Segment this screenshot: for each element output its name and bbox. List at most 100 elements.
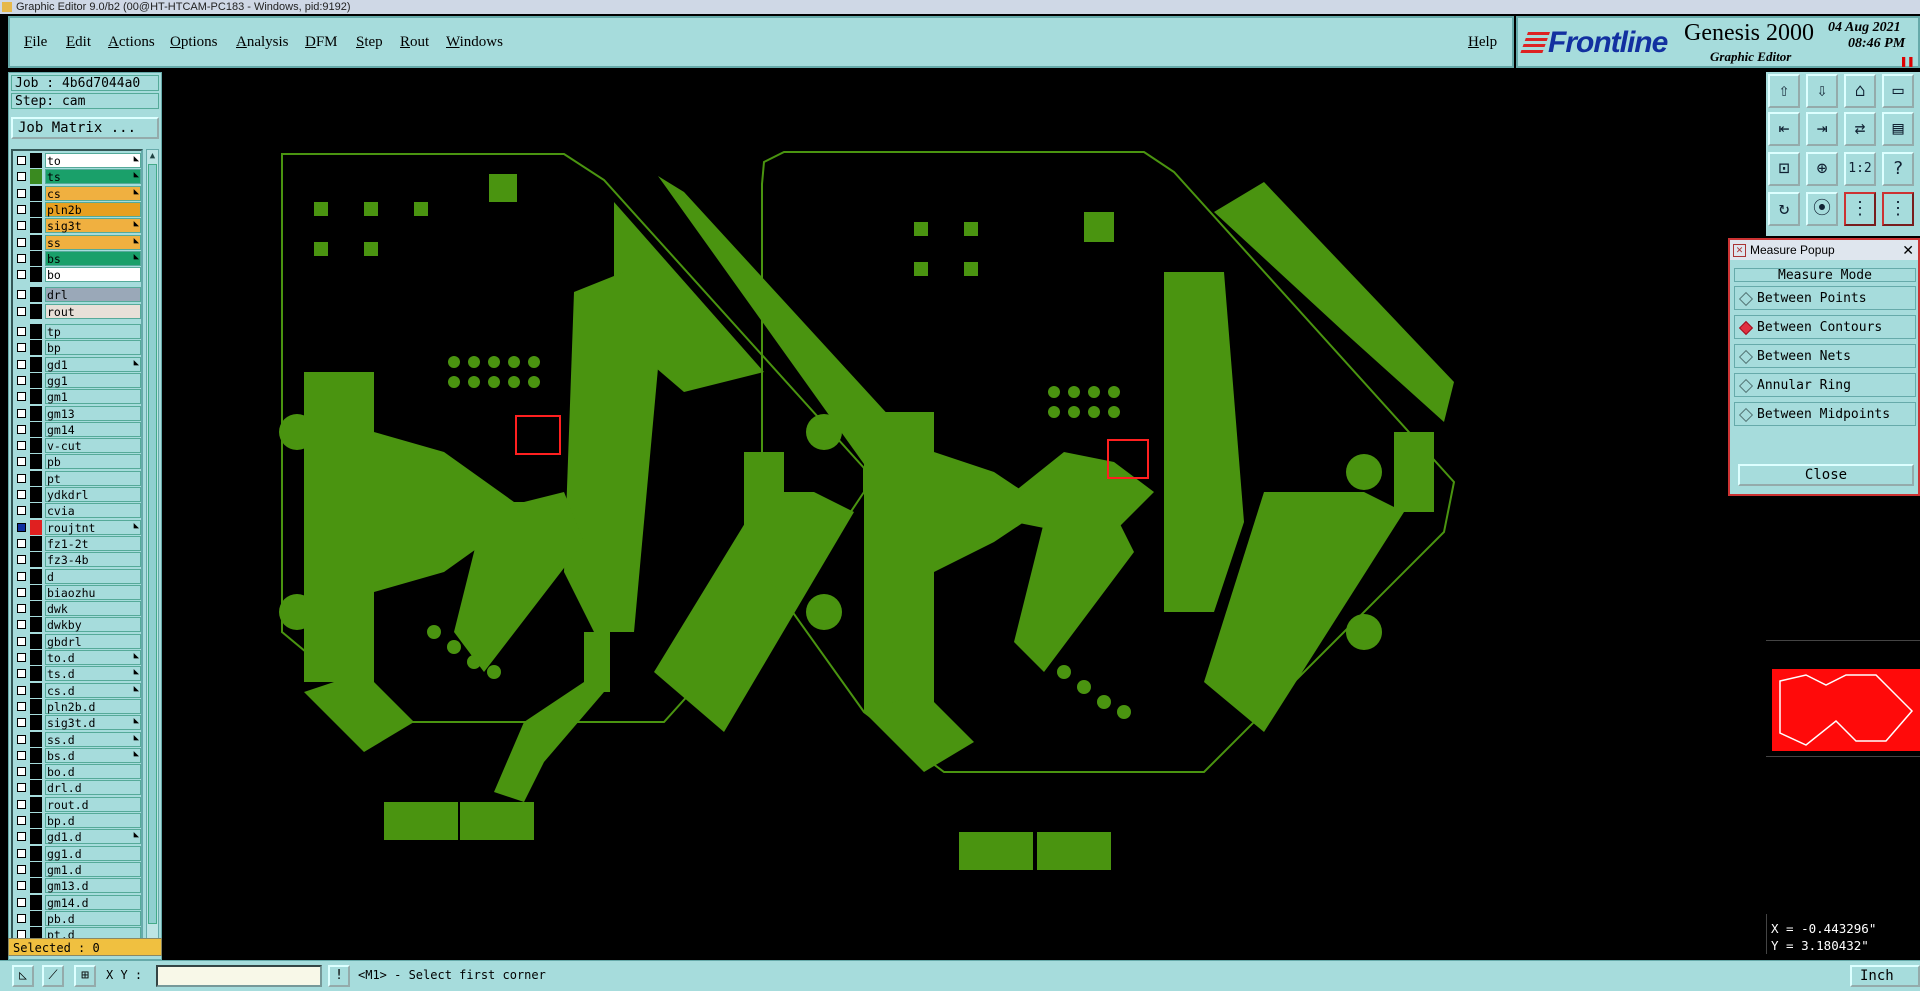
scroll-up-icon[interactable]: ▲ [147, 150, 158, 162]
menu-analysis[interactable]: Analysis [236, 34, 289, 51]
layer-row[interactable]: ts ◣ [15, 169, 141, 185]
layer-checkbox[interactable] [17, 457, 26, 467]
layer-color-swatch[interactable] [30, 584, 42, 600]
layer-checkbox[interactable] [17, 604, 26, 614]
layer-row[interactable]: gg1 [15, 372, 141, 388]
option-between-points[interactable]: Between Points [1734, 286, 1916, 310]
layer-name[interactable]: rout.d [45, 796, 141, 812]
net-icon[interactable]: ⋮ [1844, 192, 1876, 226]
layer-checkbox[interactable] [17, 188, 26, 198]
unit-select[interactable]: Inch [1850, 965, 1920, 987]
layer-checkbox[interactable] [17, 221, 26, 231]
layer-row[interactable]: pln2b [15, 201, 141, 217]
layer-checkbox[interactable] [17, 718, 26, 728]
layer-color-swatch[interactable] [30, 861, 42, 877]
layer-checkbox[interactable] [17, 172, 26, 182]
layer-name[interactable]: pln2b.d [45, 698, 141, 714]
layer-name[interactable]: bs [45, 250, 141, 266]
net-alt-icon[interactable]: ⋮ [1882, 192, 1914, 226]
layer-checkbox[interactable] [17, 204, 26, 214]
layer-name[interactable]: gd1 [45, 356, 141, 372]
layer-color-swatch[interactable] [30, 169, 42, 185]
zoom-icon[interactable]: ⊕ [1806, 152, 1838, 186]
layer-name[interactable]: cvia [45, 503, 141, 519]
layer-name[interactable]: drl.d [45, 780, 141, 796]
close-button[interactable]: Close [1738, 464, 1914, 486]
layer-checkbox[interactable] [17, 473, 26, 483]
layer-color-swatch[interactable] [30, 372, 42, 388]
layer-checkbox[interactable] [17, 701, 26, 711]
layer-row[interactable]: d [15, 568, 141, 584]
layer-name[interactable]: ss [45, 234, 141, 250]
layer-name[interactable]: pt [45, 470, 141, 486]
scroll-thumb[interactable] [148, 164, 157, 924]
layer-color-swatch[interactable] [30, 829, 42, 845]
option-between-midpoints[interactable]: Between Midpoints [1734, 402, 1916, 426]
layer-name[interactable]: ts.d [45, 666, 141, 682]
layer-row[interactable]: pb.d [15, 910, 141, 926]
close-icon[interactable]: ✕ [1902, 240, 1914, 260]
layer-row[interactable]: fz1-2t [15, 535, 141, 551]
layer-color-swatch[interactable] [30, 405, 42, 421]
layer-checkbox[interactable] [17, 327, 26, 336]
layer-color-swatch[interactable] [30, 287, 42, 303]
layer-color-swatch[interactable] [30, 568, 42, 584]
layer-checkbox[interactable] [17, 408, 26, 418]
layer-row[interactable]: fz3-4b [15, 552, 141, 568]
layer-color-swatch[interactable] [30, 796, 42, 812]
option-between-contours[interactable]: Between Contours [1734, 315, 1916, 339]
layer-checkbox[interactable] [17, 522, 26, 532]
menu-help[interactable]: Help [1468, 34, 1497, 51]
layer-color-swatch[interactable] [30, 535, 42, 551]
layer-color-swatch[interactable] [30, 218, 42, 234]
layer-row[interactable]: drl [15, 287, 141, 303]
layer-color-swatch[interactable] [30, 894, 42, 910]
layer-checkbox[interactable] [17, 636, 26, 646]
layer-color-swatch[interactable] [30, 267, 42, 283]
overview-thumbnail[interactable] [1766, 640, 1920, 757]
layer-checkbox[interactable] [17, 734, 26, 744]
layer-row[interactable]: dwk [15, 601, 141, 617]
layer-color-swatch[interactable] [30, 666, 42, 682]
layer-color-swatch[interactable] [30, 552, 42, 568]
layer-color-swatch[interactable] [30, 845, 42, 861]
layer-checkbox[interactable] [17, 669, 26, 679]
layer-checkbox[interactable] [17, 913, 26, 923]
layer-name[interactable]: gd1.d [45, 829, 141, 845]
panel-icon[interactable]: ▭ [1882, 74, 1914, 108]
layer-color-swatch[interactable] [30, 878, 42, 894]
layer-name[interactable]: drl [45, 287, 141, 303]
menu-edit[interactable]: Edit [66, 34, 91, 51]
layer-color-swatch[interactable] [30, 356, 42, 372]
fit-icon[interactable]: ⊡ [1768, 152, 1800, 186]
layer-checkbox[interactable] [17, 799, 26, 809]
layer-checkbox[interactable] [17, 506, 26, 516]
layer-row[interactable]: gm13 [15, 405, 141, 421]
export-icon[interactable]: ⇥ [1806, 112, 1838, 146]
layer-row[interactable]: sig3t ◣ [15, 218, 141, 234]
layer-row[interactable]: dwkby [15, 617, 141, 633]
layer-checkbox[interactable] [17, 881, 26, 891]
layer-color-swatch[interactable] [30, 201, 42, 217]
graphic-canvas[interactable] [164, 72, 1766, 958]
layer-row[interactable]: roujtnt ◣ [15, 519, 141, 535]
layer-checkbox[interactable] [17, 424, 26, 434]
layer-checkbox[interactable] [17, 306, 26, 316]
layer-row[interactable]: to ◣ [15, 153, 141, 168]
layer-row[interactable]: pt [15, 470, 141, 486]
layer-row[interactable]: rout [15, 303, 141, 319]
layer-row[interactable]: gbdrl [15, 633, 141, 649]
layer-row[interactable]: bp [15, 340, 141, 356]
layer-checkbox[interactable] [17, 392, 26, 402]
layer-row[interactable]: bs.d ◣ [15, 747, 141, 763]
layer-row[interactable]: cvia [15, 503, 141, 519]
layer-color-swatch[interactable] [30, 747, 42, 763]
layer-checkbox[interactable] [17, 555, 26, 565]
menu-windows[interactable]: Windows [446, 34, 503, 51]
layer-color-swatch[interactable] [30, 731, 42, 747]
layer-row[interactable]: v-cut [15, 438, 141, 454]
layer-name[interactable]: to.d [45, 650, 141, 665]
info-icon[interactable]: ! [328, 965, 350, 987]
layer-row[interactable]: ss ◣ [15, 234, 141, 250]
layer-row[interactable]: pb [15, 454, 141, 470]
